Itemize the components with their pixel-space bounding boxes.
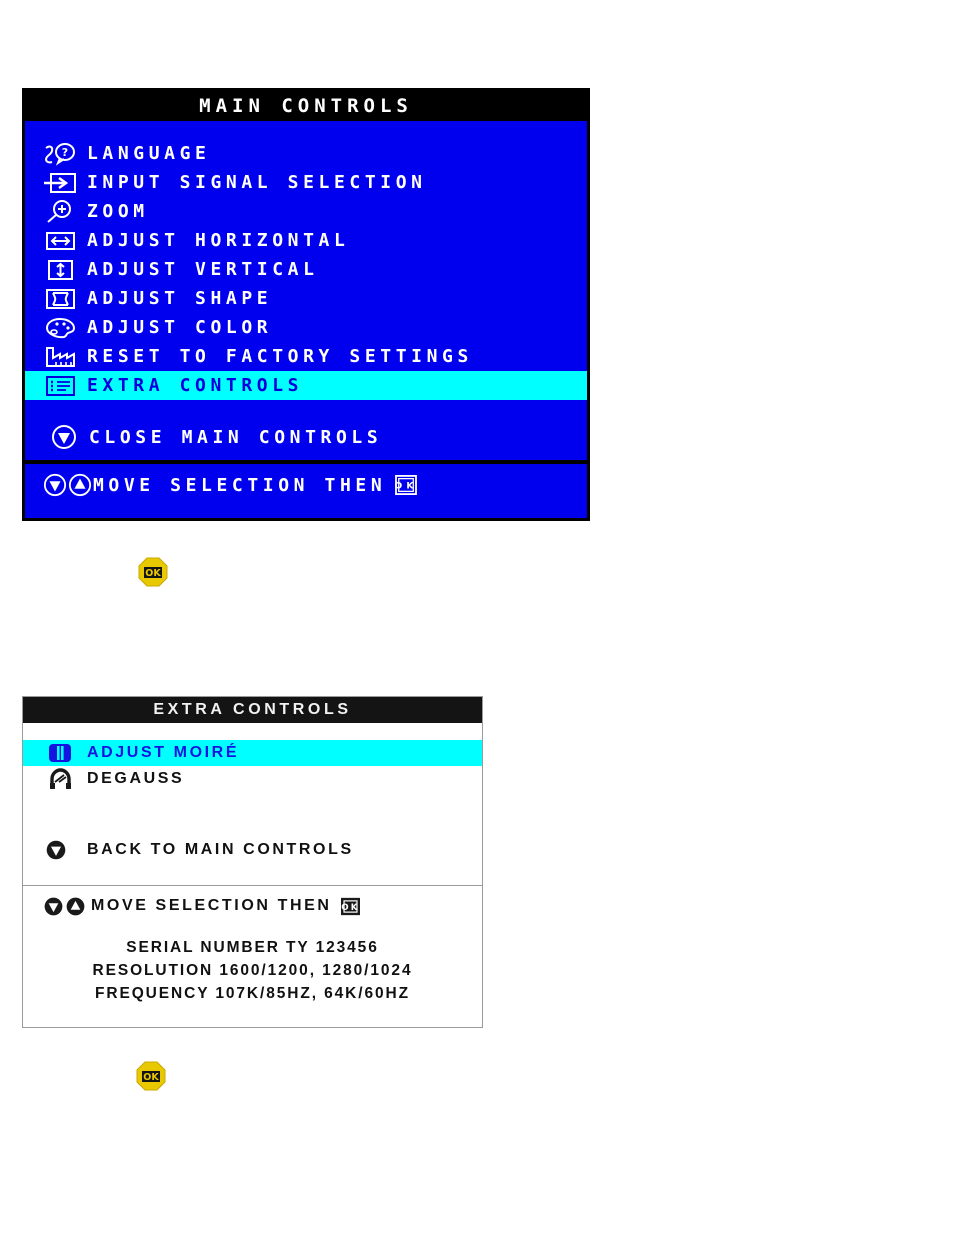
ok-badge-after-main[interactable]: OK xyxy=(138,557,168,587)
extra-controls-footer-hint: MOVE SELECTION THEN OK xyxy=(91,897,361,916)
close-main-controls-item[interactable]: CLOSE MAIN CONTROLS xyxy=(25,422,587,452)
language-icon: ? xyxy=(43,141,87,167)
move-selection-arrows xyxy=(43,896,91,917)
menu-item-label: DEGAUSS xyxy=(87,770,185,787)
ok-key-icon: OK xyxy=(340,897,360,915)
menu-item-reset-to-factory-settings[interactable]: RESET TO FACTORY SETTINGS xyxy=(25,342,587,371)
menu-item-language[interactable]: ? LANGUAGE xyxy=(25,139,587,168)
menu-item-label: LANGUAGE xyxy=(87,143,211,164)
back-to-main-controls-item[interactable]: BACK TO MAIN CONTROLS xyxy=(23,836,482,864)
zoom-icon xyxy=(43,199,87,225)
move-selection-arrows xyxy=(43,473,93,497)
ok-key-icon: OK xyxy=(395,475,418,495)
factory-reset-icon xyxy=(43,344,87,370)
ok-badge-label: OK xyxy=(145,568,161,579)
main-controls-osd-panel: MAIN CONTROLS ? LANGUAGE INPUT SIGNAL SE… xyxy=(22,88,590,521)
menu-item-label: ZOOM xyxy=(87,201,149,222)
menu-item-label: ADJUST VERTICAL xyxy=(87,259,319,280)
arrow-up-icon xyxy=(68,473,92,497)
back-to-main-controls-label: BACK TO MAIN CONTROLS xyxy=(87,841,354,858)
menu-item-label: INPUT SIGNAL SELECTION xyxy=(87,172,427,193)
menu-item-label: ADJUST SHAPE xyxy=(87,288,273,309)
moire-icon xyxy=(45,741,87,765)
extra-controls-title: EXTRA CONTROLS xyxy=(23,697,482,723)
ok-badge-label: OK xyxy=(143,1072,159,1083)
svg-text:OK: OK xyxy=(341,902,360,912)
monitor-info-block: SERIAL NUMBER TY 123456 RESOLUTION 1600/… xyxy=(23,926,482,1005)
back-down-icon xyxy=(45,839,87,861)
menu-item-extra-controls[interactable]: EXTRA CONTROLS xyxy=(25,371,587,400)
main-controls-footer-hint: MOVE SELECTION THEN OK xyxy=(93,474,418,496)
main-controls-title: MAIN CONTROLS xyxy=(25,91,587,121)
adjust-color-icon xyxy=(43,315,87,341)
arrow-down-icon xyxy=(43,473,67,497)
close-main-controls-label: CLOSE MAIN CONTROLS xyxy=(89,426,383,448)
svg-text:OK: OK xyxy=(395,482,417,492)
menu-item-label: ADJUST HORIZONTAL xyxy=(87,230,350,251)
adjust-vertical-icon xyxy=(43,257,87,283)
extra-controls-menu-list: ADJUST MOIRÉ DEGAUSS BACK TO MAIN CONTRO… xyxy=(23,723,482,864)
menu-item-label: RESET TO FACTORY SETTINGS xyxy=(87,346,473,367)
menu-item-label: EXTRA CONTROLS xyxy=(87,375,304,396)
adjust-shape-icon xyxy=(43,286,87,312)
resolution-line: RESOLUTION 1600/1200, 1280/1024 xyxy=(92,962,413,979)
frequency-line: FREQUENCY 107K/85HZ, 64K/60HZ xyxy=(95,985,410,1002)
extra-controls-footer: MOVE SELECTION THEN OK xyxy=(23,886,482,926)
degauss-icon xyxy=(45,767,87,791)
menu-item-adjust-color[interactable]: ADJUST COLOR xyxy=(25,313,587,342)
arrow-down-icon xyxy=(44,897,63,915)
close-down-icon xyxy=(51,424,89,450)
input-signal-icon xyxy=(43,170,87,196)
extra-controls-icon xyxy=(43,373,87,399)
main-controls-footer: MOVE SELECTION THEN OK xyxy=(25,464,587,506)
footer-hint-text: MOVE SELECTION THEN xyxy=(91,897,332,914)
footer-hint-text: MOVE SELECTION THEN xyxy=(93,474,387,496)
adjust-horizontal-icon xyxy=(43,228,87,254)
ok-badge-after-extra[interactable]: OK xyxy=(136,1061,166,1091)
menu-item-label: ADJUST MOIRÉ xyxy=(87,744,240,761)
serial-number-line: SERIAL NUMBER TY 123456 xyxy=(126,939,379,956)
menu-item-zoom[interactable]: ZOOM xyxy=(25,197,587,226)
menu-item-label: ADJUST COLOR xyxy=(87,317,273,338)
svg-text:?: ? xyxy=(62,146,68,159)
menu-item-degauss[interactable]: DEGAUSS xyxy=(23,766,482,792)
arrow-up-icon xyxy=(66,897,85,915)
menu-item-adjust-horizontal[interactable]: ADJUST HORIZONTAL xyxy=(25,226,587,255)
menu-item-adjust-vertical[interactable]: ADJUST VERTICAL xyxy=(25,255,587,284)
menu-item-input-signal-selection[interactable]: INPUT SIGNAL SELECTION xyxy=(25,168,587,197)
main-controls-menu-list: ? LANGUAGE INPUT SIGNAL SELECTION ZOOM A… xyxy=(25,121,587,452)
menu-item-adjust-shape[interactable]: ADJUST SHAPE xyxy=(25,284,587,313)
menu-item-adjust-moire[interactable]: ADJUST MOIRÉ xyxy=(23,740,482,766)
extra-controls-osd-panel: EXTRA CONTROLS ADJUST MOIRÉ DEGAUSS BACK… xyxy=(22,696,483,1028)
